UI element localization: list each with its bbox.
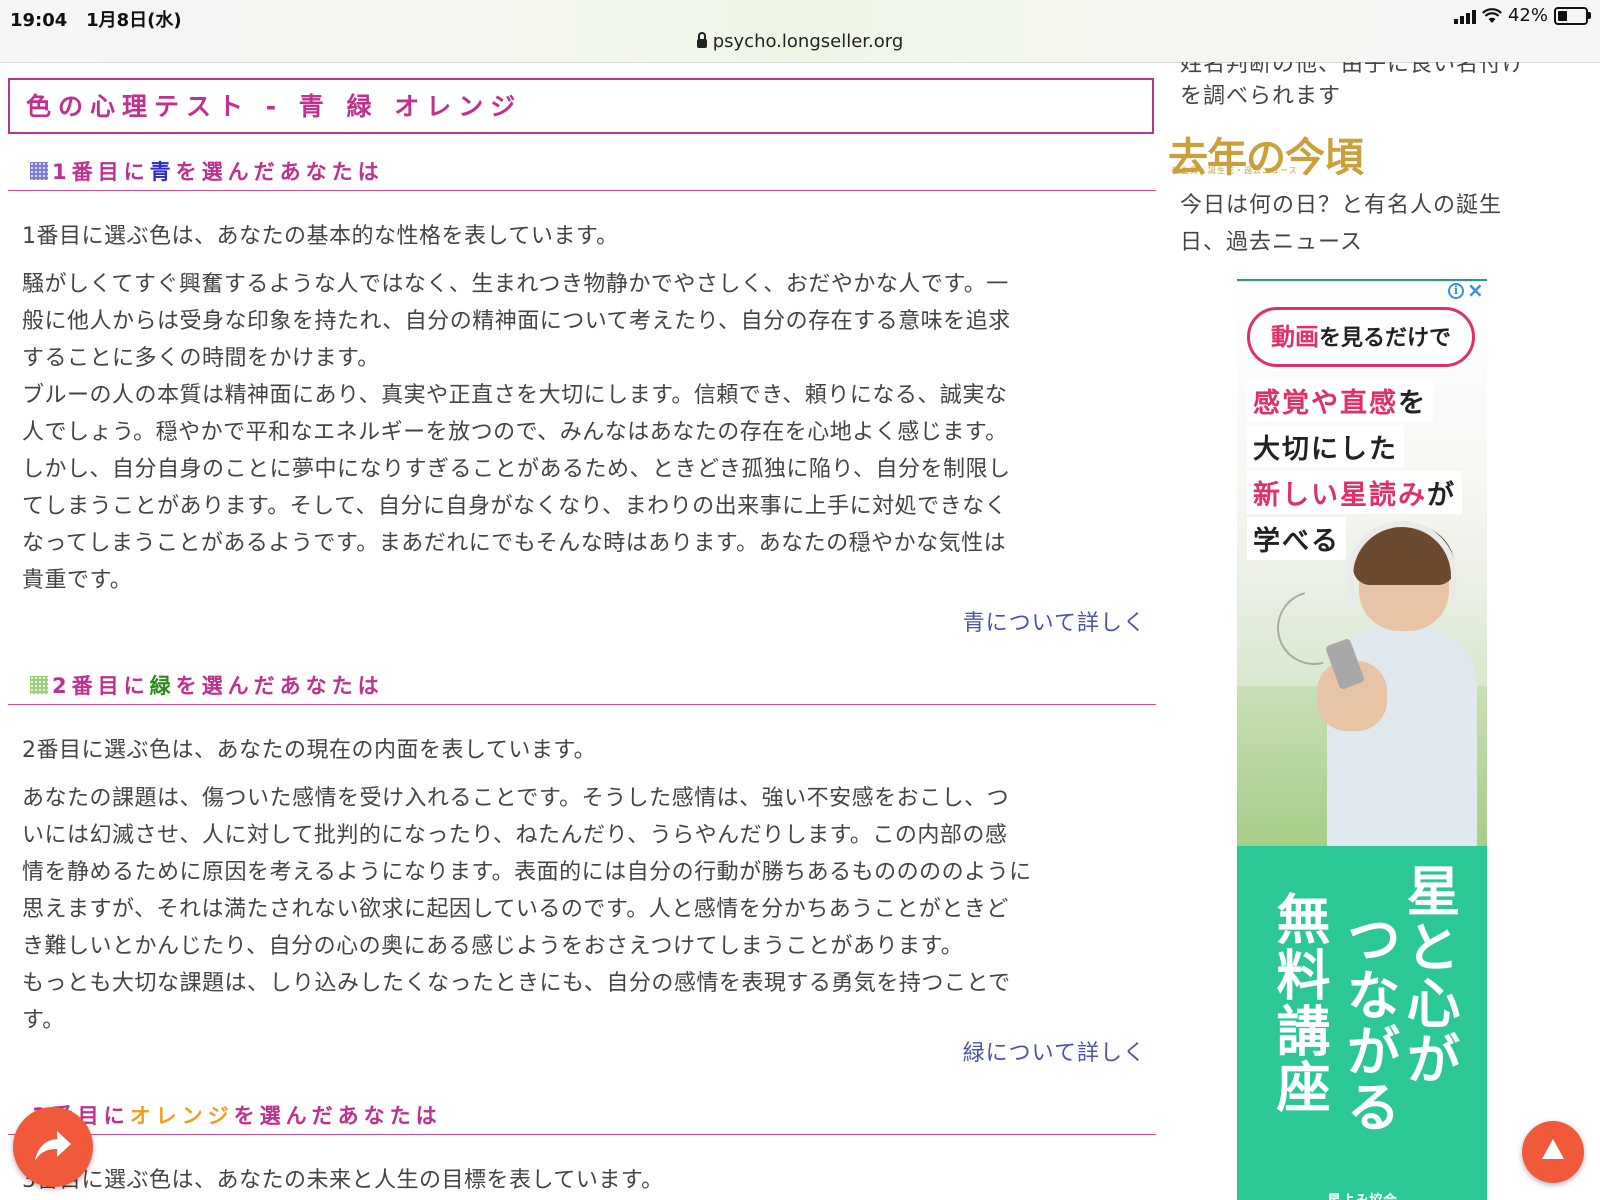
- heading-prefix: 2番目に: [52, 674, 150, 698]
- ad-line-3-pink: 新しい星読み: [1253, 480, 1427, 511]
- body-line: なってしまうことがあるようです。まあだれにでもそんな時はあります。あなたの穏やか…: [22, 531, 1007, 556]
- grid-square-icon: [30, 676, 48, 694]
- sidebar-cut-text-2[interactable]: を調べられます: [1180, 78, 1341, 110]
- section-heading-blue: 1番目に青を選んだあなたは: [8, 154, 1156, 191]
- section-heading-green: 2番目に緑を選んだあなたは: [8, 668, 1156, 705]
- kyonen-desc-2[interactable]: 日、過去ニュース: [1180, 224, 1363, 256]
- heading-prefix: 1番目に: [52, 160, 150, 184]
- ad-line-2: 大切にした: [1247, 425, 1404, 468]
- body-line: す。: [22, 1008, 65, 1033]
- url-text: psycho.longseller.org: [712, 31, 904, 52]
- section-heading-orange: 3番目に オレンジ を選んだあなたは: [8, 1098, 1156, 1135]
- ad-person-image: [1317, 521, 1477, 846]
- article: 色の心理テスト - 青 緑 オレンジ 1番目に青を選んだあなたは 1番目に選ぶ色…: [8, 62, 1156, 1200]
- status-indicators: 42%: [1453, 5, 1591, 26]
- kyonen-subtitle: 誕生日・誕生花・過去ニュース: [1172, 166, 1298, 175]
- body-line: もっとも大切な課題は、しり込みしたくなったときにも、自分の感情を表現する勇気を持…: [22, 971, 1011, 996]
- ad-big-col-1: 星と心が: [1397, 863, 1460, 1087]
- green-details-link[interactable]: 緑について詳しく: [963, 1035, 1146, 1067]
- page-title: 色の心理テスト - 青 緑 オレンジ: [8, 78, 1154, 134]
- battery-icon: [1554, 6, 1591, 25]
- battery-percent: 42%: [1507, 5, 1548, 26]
- ad-close-icon[interactable]: ×: [1467, 281, 1484, 300]
- blue-details-link[interactable]: 青について詳しく: [963, 605, 1146, 637]
- advertisement[interactable]: i × 動画を見るだけで 感覚や直感を 大切にした 新しい星読みが 学べる 星と…: [1237, 279, 1487, 1200]
- heading-color-word: 緑: [149, 674, 176, 698]
- body-line: あなたの課題は、傷ついた感情を受け入れることです。そうした感情は、強い不安感をお…: [22, 786, 1010, 811]
- body-line: 騒がしくてすぐ興奮するような人ではなく、生まれつき物静かでやさしく、おだやかな人…: [22, 272, 1009, 297]
- section-lead: 3番目に選ぶ色は、あなたの未来と人生の目標を表しています。: [22, 1168, 664, 1193]
- body-line: き難しいとかんじたり、自分の心の奥にある感じようをおさえつけてしまうことがありま…: [22, 934, 964, 959]
- ad-choices: i ×: [1448, 281, 1484, 300]
- ad-big-col-3: 無料講座: [1267, 891, 1330, 1115]
- heading-color-word: 青: [149, 160, 176, 184]
- body-line: しかし、自分自身のことに夢中になりすぎることがあるため、ときどき孤独に陥り、自分…: [22, 457, 1011, 482]
- time-text: 19:04: [10, 10, 68, 31]
- section-lead: 1番目に選ぶ色は、あなたの基本的な性格を表しています。: [22, 224, 619, 249]
- wifi-icon: [1482, 7, 1502, 23]
- body-line: てしまうことがあります。そして、自分に自身がなくなり、まわりの出来事に上手に対処…: [22, 494, 1008, 519]
- ad-big-col-2: つながる: [1337, 911, 1400, 1135]
- section-body: あなたの課題は、傷ついた感情を受け入れることです。そうした感情は、強い不安感をお…: [22, 780, 1132, 1039]
- heading-color-word: オレンジ: [129, 1104, 234, 1128]
- ad-line-3: 新しい星読みが: [1247, 471, 1462, 514]
- sidebar-cut-text[interactable]: 姓名判断の他、由子に良い名付け: [1180, 62, 1525, 78]
- body-line: 人でしょう。穏やかで平和なエネルギーを放つので、みんなはあなたの存在を心地よく感…: [22, 420, 1008, 445]
- body-line: ブルーの人の本質は精神面にあり、真実や正直さを大切にします。信頼でき、頼りになる…: [22, 383, 1008, 408]
- share-button[interactable]: [13, 1107, 93, 1187]
- body-line: 貴重です。: [22, 568, 133, 593]
- ad-info-icon[interactable]: i: [1448, 283, 1464, 299]
- status-time: 19:04 1月8日(水): [10, 6, 182, 32]
- ad-line-3-text: が: [1427, 480, 1456, 511]
- battery-level: [1558, 10, 1567, 21]
- kyonen-logo[interactable]: 去年の今頃 誕生日・誕生花・過去ニュース: [1168, 125, 1364, 183]
- ad-bubble-pink: 動画: [1270, 323, 1319, 351]
- date-text: 1月8日(水): [86, 10, 182, 31]
- scroll-top-button[interactable]: [1522, 1121, 1584, 1183]
- signal-icon: [1453, 8, 1476, 24]
- sidebar: 姓名判断の他、由子に良い名付け を調べられます 去年の今頃 誕生日・誕生花・過去…: [1160, 62, 1600, 1200]
- ad-line-1-text: を: [1398, 388, 1427, 419]
- heading-suffix: を選んだあなたは: [175, 674, 384, 698]
- heading-suffix: を選んだあなたは: [233, 1104, 442, 1128]
- section-lead: 2番目に選ぶ色は、あなたの現在の内面を表しています。: [22, 738, 597, 763]
- section-body: 騒がしくてすぐ興奮するような人ではなく、生まれつき物静かでやさしく、おだやかな人…: [22, 266, 1132, 599]
- body-line: いには幻滅させ、人に対して批判的になったり、ねたんだり、うらやんだりします。この…: [22, 823, 1008, 848]
- lock-icon: [696, 32, 707, 48]
- address-bar[interactable]: psycho.longseller.org: [0, 31, 1600, 52]
- kyonen-desc[interactable]: 今日は何の日？と有名人の誕生: [1180, 187, 1502, 219]
- ad-bubble-text: を見るだけで: [1318, 326, 1451, 351]
- headphones-icon: [1347, 521, 1457, 611]
- body-line: 般に他人からは受身な印象を持たれ、自分の精神面について考えたり、自分の存在する意…: [22, 309, 1011, 334]
- body-line: 思えますが、それは満たされない欲求に起因しているのです。人と感情を分かちあうこと…: [22, 897, 1009, 922]
- grid-square-icon: [30, 162, 48, 180]
- body-line: 情を静めるために原因を考えるようになります。表面的には自分の行動が勝ちあるものの…: [22, 860, 1032, 885]
- ad-footer: 星よみ協会: [1237, 1190, 1487, 1200]
- body-line: することに多くの時間をかけます。: [22, 346, 380, 371]
- ad-line-1-pink: 感覚や直感: [1253, 388, 1398, 419]
- status-bar: 19:04 1月8日(水) 42% psycho.longseller.org: [0, 0, 1600, 63]
- ad-bubble: 動画を見るだけで: [1247, 307, 1475, 367]
- heading-suffix: を選んだあなたは: [175, 160, 384, 184]
- ad-line-1: 感覚や直感を: [1247, 379, 1433, 422]
- share-arrow-icon: [35, 1131, 71, 1161]
- ad-line-4: 学べる: [1247, 517, 1346, 560]
